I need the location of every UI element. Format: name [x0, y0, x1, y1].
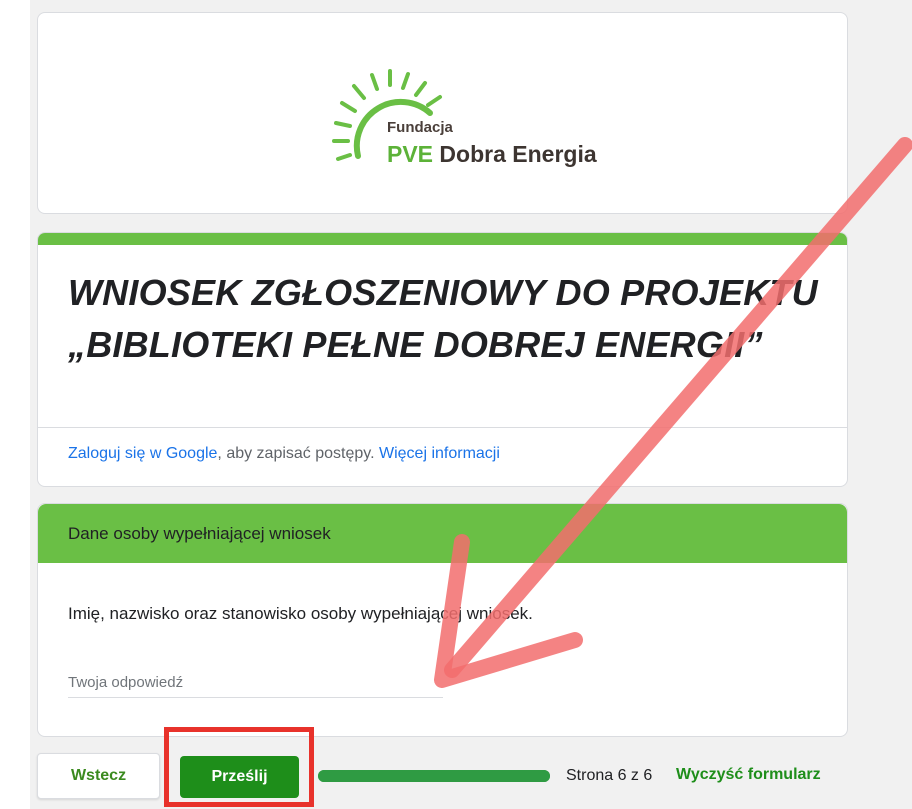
clear-form-link[interactable]: Wyczyść formularz	[676, 766, 821, 784]
foundation-logo: Fundacja PVE Dobra Energia	[330, 61, 630, 186]
progress-bar	[318, 770, 550, 782]
logo-text-dobra-energia: Dobra Energia	[433, 141, 597, 167]
logo-text-pve: PVE	[387, 141, 434, 167]
section-title: Dane osoby wypełniającej wniosek	[68, 524, 331, 543]
logo-text-fundacja: Fundacja	[387, 119, 453, 136]
section-header: Dane osoby wypełniającej wniosek	[38, 504, 847, 563]
back-button[interactable]: Wstecz	[37, 753, 160, 799]
google-signin-link[interactable]: Zaloguj się w Google	[68, 445, 217, 462]
more-info-link[interactable]: Więcej informacji	[379, 445, 500, 462]
page-left-margin	[0, 0, 30, 809]
question-label: Imię, nazwisko oraz stanowisko osoby wyp…	[68, 604, 533, 623]
signin-notice: Zaloguj się w Google, aby zapisać postęp…	[68, 445, 500, 463]
header-logo-card: Fundacja PVE Dobra Energia	[37, 12, 848, 214]
title-divider	[38, 427, 847, 428]
answer-input[interactable]	[68, 667, 443, 698]
logo-text-name: PVE Dobra Energia	[387, 141, 597, 168]
form-title: WNIOSEK ZGŁOSZENIOWY DO PROJEKTU „BIBLIO…	[68, 272, 818, 365]
question-section-card: Dane osoby wypełniającej wniosek Imię, n…	[37, 503, 848, 737]
signin-notice-text: , aby zapisać postępy.	[217, 445, 379, 462]
submit-highlight-box	[164, 727, 314, 807]
progress-bar-fill	[318, 770, 550, 782]
title-accent-bar	[38, 233, 847, 245]
form-title-card: WNIOSEK ZGŁOSZENIOWY DO PROJEKTU „BIBLIO…	[37, 232, 848, 487]
page-indicator: Strona 6 z 6	[566, 767, 653, 784]
